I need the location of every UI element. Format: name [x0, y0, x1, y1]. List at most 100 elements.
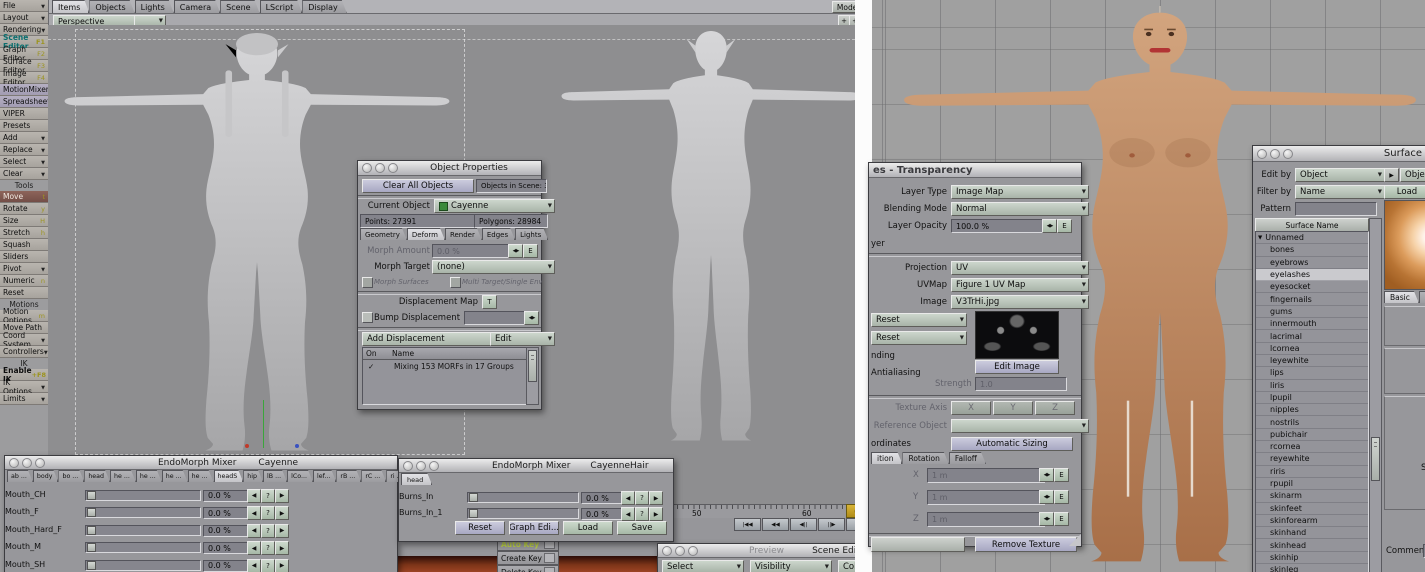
nudge-right-button[interactable]: [275, 541, 289, 555]
sidebar-item[interactable]: File: [0, 0, 48, 12]
reference-object-dropdown[interactable]: [951, 419, 1089, 433]
playback-button[interactable]: |◀◀: [734, 518, 761, 531]
nudge-right-button[interactable]: [275, 506, 289, 520]
surface-item[interactable]: leyewhite: [1256, 355, 1368, 367]
surface-item[interactable]: eyelashes: [1256, 269, 1368, 281]
surface-item[interactable]: liris: [1256, 380, 1368, 392]
surface-tree-root[interactable]: ▼ Unnamed: [1256, 232, 1368, 244]
morph-surfaces-checkbox[interactable]: [362, 277, 373, 288]
window-close-icon[interactable]: [403, 461, 413, 471]
morph-slider-track[interactable]: [85, 560, 201, 571]
nudge-left-button[interactable]: [621, 507, 635, 521]
surface-item[interactable]: skinfeet: [1256, 503, 1368, 515]
preview-options-button[interactable]: ▶: [1384, 168, 1399, 182]
surface-item[interactable]: bones: [1256, 244, 1368, 256]
edit-dropdown[interactable]: Edit: [490, 332, 555, 346]
filter-by-dropdown[interactable]: Name: [1295, 185, 1385, 199]
bottom-left-button[interactable]: [871, 537, 965, 552]
morph-group-tab[interactable]: lef...: [313, 470, 336, 482]
playback-button[interactable]: ◀◀: [762, 518, 789, 531]
key-button[interactable]: [635, 507, 649, 521]
mini-slider-icon[interactable]: [1039, 468, 1054, 482]
morph-slider-handle[interactable]: [87, 508, 96, 517]
mixer-button[interactable]: Load: [563, 521, 613, 535]
bump-displacement-checkbox[interactable]: [362, 312, 373, 323]
sidebar-item[interactable]: Coord System: [0, 334, 48, 346]
key-button[interactable]: [261, 506, 275, 520]
envelope-button[interactable]: E: [1054, 512, 1069, 526]
sidebar-item[interactable]: Move t: [0, 191, 48, 203]
window-zoom-icon[interactable]: [1283, 149, 1293, 159]
list-scrollbar[interactable]: [526, 347, 539, 405]
morph-slider-value[interactable]: 0.0 %: [203, 525, 251, 537]
morph-slider-handle[interactable]: [469, 493, 478, 502]
morph-group-tab[interactable]: he ...: [188, 470, 214, 482]
add-displacement-dropdown[interactable]: Add Displacement: [362, 332, 504, 346]
sidebar-item[interactable]: Limits: [0, 393, 48, 405]
menu-tab[interactable]: Camera: [174, 0, 220, 13]
scale-value-field[interactable]: 1 m: [927, 512, 1045, 527]
edit-by-dropdown[interactable]: Object: [1295, 168, 1385, 182]
menu-tab[interactable]: Lights: [135, 0, 174, 13]
strength-field[interactable]: 1.0: [975, 377, 1067, 391]
surface-item[interactable]: reyewhite: [1256, 453, 1368, 465]
axis-button[interactable]: Z: [1035, 401, 1075, 415]
playback-button[interactable]: ◀||: [790, 518, 817, 531]
scene-editor-titlebar[interactable]: Preview Scene Editor: [658, 544, 873, 558]
sidebar-item[interactable]: Controllers: [0, 346, 48, 358]
morph-group-tab[interactable]: headS: [214, 470, 244, 482]
surface-item[interactable]: innermouth: [1256, 318, 1368, 330]
window-zoom-icon[interactable]: [35, 458, 45, 468]
scrollbar-thumb[interactable]: [1371, 437, 1380, 481]
sidebar-item[interactable]: Reset: [0, 287, 48, 299]
objects-dropdown[interactable]: Objects: [1400, 168, 1425, 182]
nudge-right-button[interactable]: [649, 507, 663, 521]
nudge-right-button[interactable]: [275, 524, 289, 538]
key-menu-item[interactable]: Delete Key: [497, 565, 559, 572]
nudge-left-button[interactable]: [247, 541, 261, 555]
window-close-icon[interactable]: [1257, 149, 1267, 159]
nudge-right-button[interactable]: [649, 491, 663, 505]
window-zoom-icon[interactable]: [388, 163, 398, 173]
mixer-button[interactable]: Reset: [455, 521, 505, 535]
pattern-input[interactable]: [1295, 202, 1377, 216]
surface-item[interactable]: skinhead: [1256, 539, 1368, 551]
sidebar-item[interactable]: Motion Options m: [0, 310, 48, 322]
blending-mode-dropdown[interactable]: Normal: [951, 202, 1089, 216]
scale-value-field[interactable]: 1 m: [927, 468, 1045, 483]
morph-slider-track[interactable]: [85, 525, 201, 536]
window-close-icon[interactable]: [662, 546, 672, 556]
surface-item[interactable]: lcornea: [1256, 343, 1368, 355]
endomorph-hair-titlebar[interactable]: EndoMorph Mixer CayenneHair: [399, 459, 673, 473]
menu-tab[interactable]: Objects: [89, 0, 134, 13]
axis-button[interactable]: Y: [993, 401, 1033, 415]
window-minimize-icon[interactable]: [22, 458, 32, 468]
nudge-left-button[interactable]: [247, 524, 261, 538]
surface-item[interactable]: nostrils: [1256, 416, 1368, 428]
surface-item[interactable]: gums: [1256, 306, 1368, 318]
displacement-texture-button[interactable]: T: [482, 295, 497, 309]
surface-editor-titlebar[interactable]: Surface: [1253, 146, 1425, 162]
scene-editor-dropdown[interactable]: Visibility: [750, 560, 832, 572]
sidebar-item[interactable]: Sliders: [0, 251, 48, 263]
window-minimize-icon[interactable]: [675, 546, 685, 556]
sidebar-item[interactable]: Presets: [0, 120, 48, 132]
mini-slider-icon[interactable]: [524, 311, 539, 325]
sidebar-item[interactable]: Image Editor F4: [0, 72, 48, 84]
morph-slider-track[interactable]: [85, 507, 201, 518]
morph-group-tab[interactable]: body: [33, 470, 59, 482]
morph-slider-handle[interactable]: [469, 509, 478, 518]
mixer-button[interactable]: Save: [617, 521, 667, 535]
layer-opacity-field[interactable]: 100.0 %: [951, 219, 1049, 233]
surface-item[interactable]: skinarm: [1256, 490, 1368, 502]
morph-group-tab[interactable]: lB ...: [263, 470, 287, 482]
envelope-button[interactable]: E: [1054, 468, 1069, 482]
morph-group-tab[interactable]: hip: [243, 470, 263, 482]
image-dropdown[interactable]: V3TrHi.jpg: [951, 295, 1089, 309]
reset-dropdown-2[interactable]: Reset: [871, 331, 967, 345]
surface-item[interactable]: lacrimal: [1256, 330, 1368, 342]
sidebar-item[interactable]: Numeric n: [0, 275, 48, 287]
resize-grip[interactable]: [1069, 534, 1081, 546]
clear-all-objects-button[interactable]: Clear All Objects: [362, 179, 474, 193]
scrollbar-thumb[interactable]: [528, 350, 537, 382]
